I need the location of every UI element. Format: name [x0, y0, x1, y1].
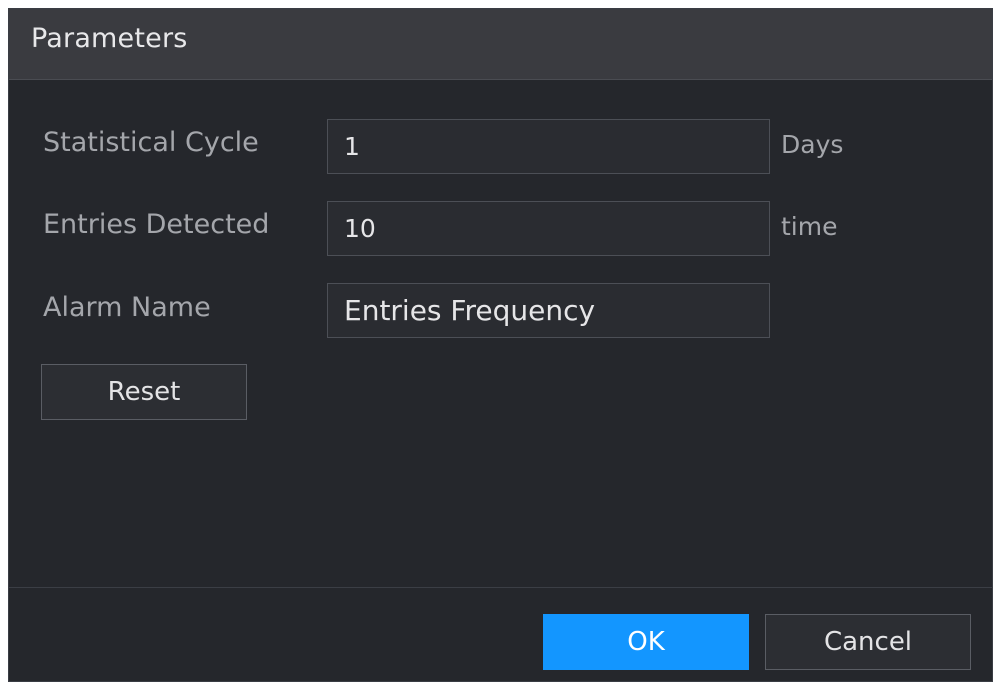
statistical-cycle-unit: Days — [781, 130, 844, 159]
reset-button[interactable]: Reset — [41, 364, 247, 420]
parameters-dialog: Parameters Statistical Cycle Days Entrie… — [8, 8, 993, 682]
alarm-name-label: Alarm Name — [43, 292, 211, 323]
entries-detected-label: Entries Detected — [43, 209, 270, 240]
cancel-button[interactable]: Cancel — [765, 614, 971, 670]
entries-detected-unit: time — [781, 212, 838, 241]
footer-divider — [9, 587, 992, 588]
dialog-title: Parameters — [31, 23, 188, 54]
statistical-cycle-label: Statistical Cycle — [43, 127, 259, 158]
entries-detected-input[interactable] — [327, 201, 770, 256]
ok-button[interactable]: OK — [543, 614, 749, 670]
alarm-name-input[interactable] — [327, 283, 770, 338]
statistical-cycle-input[interactable] — [327, 119, 770, 174]
title-bar: Parameters — [9, 9, 992, 80]
